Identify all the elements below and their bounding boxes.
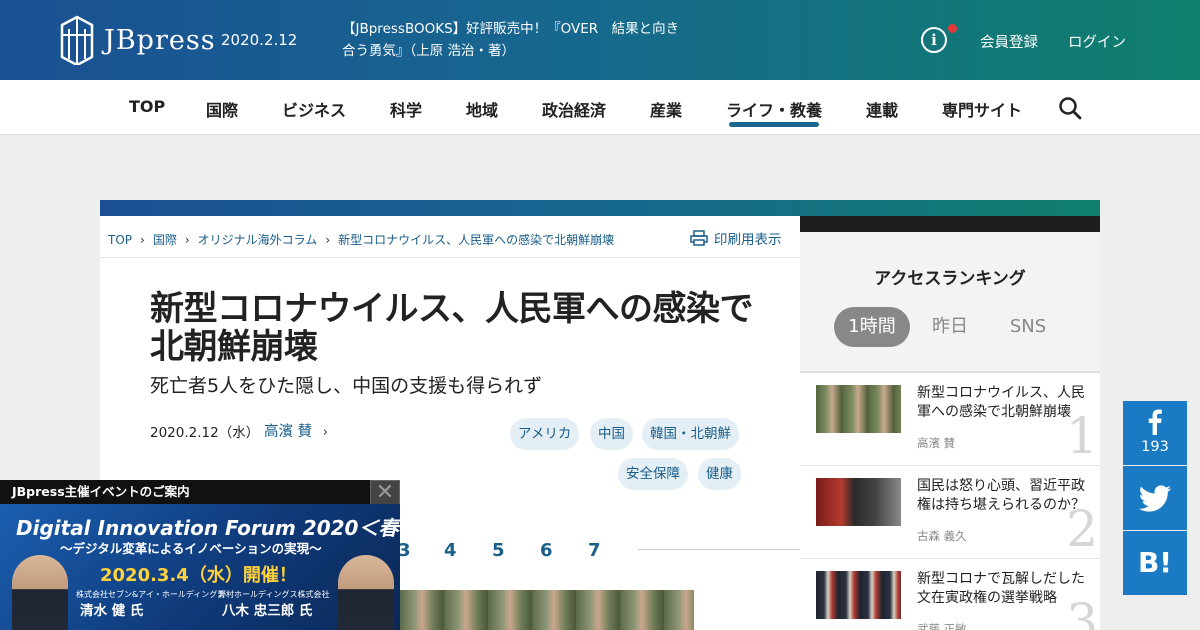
notification-dot	[948, 24, 957, 33]
author-link[interactable]: 高濱 賛 ›	[264, 420, 328, 441]
ranking-item-title: 新型コロナウイルス、人民軍への感染で北朝鮮崩壊	[917, 385, 1085, 420]
access-ranking: アクセスランキング 1時間 昨日 SNS 新型コロナウイルス、人民軍への感染で北…	[800, 232, 1100, 630]
ranking-number: 1	[1066, 407, 1098, 465]
ranking-thumbnail	[816, 478, 901, 526]
search-icon[interactable]	[1058, 96, 1082, 120]
nav-item-international[interactable]: 国際	[206, 97, 238, 121]
breadcrumb-international[interactable]: 国際	[153, 231, 177, 248]
tag-health[interactable]: 健康	[698, 458, 741, 490]
tag-security[interactable]: 安全保障	[618, 458, 688, 490]
ranking-number: 2	[1066, 500, 1098, 558]
ranking-tab-sns[interactable]: SNS	[1002, 307, 1054, 347]
nav-item-business[interactable]: ビジネス	[282, 97, 346, 121]
hatena-bookmark-icon: B!	[1137, 546, 1173, 579]
ranking-item[interactable]: 新型コロナで瓦解しだした文在寅政権の選挙戦略 武藤 正敏 3	[800, 559, 1100, 630]
site-header: JBpress 2020.2.12 【JBpressBOOKS】好評販売中！『O…	[0, 0, 1200, 80]
article-date: 2020.2.12（水）	[150, 425, 260, 441]
ad-speaker1-photo	[12, 555, 68, 630]
printer-icon	[690, 230, 708, 246]
ranking-item[interactable]: 国民は怒り心頭、習近平政権は持ち堪えられるのか？ 古森 義久 2	[800, 466, 1100, 559]
article-title: 新型コロナウイルス、人民軍への感染で北朝鮮崩壊	[150, 289, 754, 367]
page-link[interactable]: 4	[444, 540, 457, 561]
nav-item-special-sites[interactable]: 専門サイト	[942, 97, 1022, 121]
print-button[interactable]: 印刷用表示	[690, 228, 782, 248]
ranking-title: アクセスランキング	[874, 269, 1026, 289]
ad-speaker2-name: 八木 忠三郎 氏	[222, 603, 313, 619]
breadcrumb-original-column[interactable]: オリジナル海外コラム	[198, 231, 318, 248]
article-subtitle: 死亡者5人をひた隠し、中国の支援も得られず	[150, 375, 543, 397]
twitter-icon	[1138, 485, 1172, 512]
ranking-tab-yesterday[interactable]: 昨日	[926, 307, 974, 347]
ranking-thumbnail	[816, 385, 901, 433]
pagination-divider	[638, 549, 800, 550]
logo-mark-icon	[60, 15, 94, 65]
page-link[interactable]: 5	[492, 540, 505, 561]
ranking-thumbnail	[816, 571, 901, 619]
chevron-right-icon: ›	[322, 425, 328, 440]
page-link[interactable]: 6	[540, 540, 553, 561]
ad-subtitle: ～デジタル変革によるイノベーションの実現～	[60, 541, 322, 556]
hatena-bookmark-button[interactable]: B!	[1123, 531, 1187, 595]
facebook-icon	[1148, 409, 1162, 435]
site-logo[interactable]: JBpress	[58, 14, 216, 66]
ranking-item-title: 国民は怒り心頭、習近平政権は持ち堪えられるのか？	[917, 478, 1085, 513]
ad-speaker1-name: 清水 健 氏	[80, 603, 144, 619]
ad-title: Digital Innovation Forum 2020＜春＞	[16, 516, 400, 540]
info-icon[interactable]: i	[921, 27, 947, 53]
page-link[interactable]: 7	[588, 540, 601, 561]
ad-speaker2-photo	[338, 555, 394, 630]
author-name: 高濱 賛	[264, 424, 313, 440]
nav-item-politics-economy[interactable]: 政治経済	[542, 97, 606, 121]
ranking-header-bar	[800, 216, 1100, 232]
tag-america[interactable]: アメリカ	[510, 418, 580, 450]
nav-item-series[interactable]: 連載	[866, 97, 898, 121]
login-link[interactable]: ログイン	[1068, 31, 1126, 52]
nav-item-science[interactable]: 科学	[390, 97, 422, 121]
breadcrumb: TOP › 国際 › オリジナル海外コラム › 新型コロナウイルス、人民軍への感…	[108, 231, 614, 248]
tag-china[interactable]: 中国	[590, 418, 633, 450]
main-nav: TOP 国際 ビジネス 科学 地域 政治経済 産業 ライフ・教養 連載 専門サイ…	[0, 80, 1200, 135]
breadcrumb-separator: ›	[140, 232, 145, 247]
ranking-item-author: 武藤 正敏	[917, 622, 967, 630]
ranking-tab-1hour[interactable]: 1時間	[834, 307, 910, 347]
breadcrumb-separator: ›	[325, 232, 331, 247]
ranking-item-author: 古森 義久	[917, 529, 967, 543]
print-label: 印刷用表示	[714, 232, 782, 248]
ranking-item-title: 新型コロナで瓦解しだした文在寅政権の選挙戦略	[917, 571, 1085, 606]
article-photo	[400, 590, 694, 630]
breadcrumb-top[interactable]: TOP	[108, 233, 132, 247]
nav-item-industry[interactable]: 産業	[650, 97, 682, 121]
ranking-item[interactable]: 新型コロナウイルス、人民軍への感染で北朝鮮崩壊 高濱 賛 1	[800, 373, 1100, 466]
facebook-share-button[interactable]: 193	[1123, 401, 1187, 465]
nav-item-life-culture[interactable]: ライフ・教養	[726, 97, 822, 121]
nav-active-indicator	[729, 122, 819, 127]
close-icon[interactable]: ✕	[370, 480, 400, 507]
ad-date: 2020.3.4（水）開催！	[100, 565, 297, 586]
register-link[interactable]: 会員登録	[980, 31, 1038, 52]
tag-korea[interactable]: 韓国・北朝鮮	[642, 418, 739, 450]
content-top-band	[100, 200, 1100, 216]
facebook-share-count: 193	[1141, 439, 1169, 455]
ranking-number: 3	[1066, 593, 1098, 630]
promo-link[interactable]: 【JBpressBOOKS】好評販売中！『OVER 結果と向き合う勇気』（上原 …	[342, 18, 692, 62]
nav-item-top[interactable]: TOP	[129, 97, 165, 116]
ranking-item-author: 高濱 賛	[917, 436, 956, 450]
breadcrumb-separator: ›	[184, 232, 190, 247]
breadcrumb-divider	[100, 257, 800, 258]
nav-item-region[interactable]: 地域	[466, 97, 498, 121]
ad-header: JBpress主催イベントのご案内	[0, 480, 400, 504]
header-date: 2020.2.12	[221, 31, 298, 49]
breadcrumb-current[interactable]: 新型コロナウイルス、人民軍への感染で北朝鮮崩壊	[338, 231, 614, 248]
logo-text: JBpress	[104, 24, 216, 56]
twitter-share-button[interactable]	[1123, 466, 1187, 530]
